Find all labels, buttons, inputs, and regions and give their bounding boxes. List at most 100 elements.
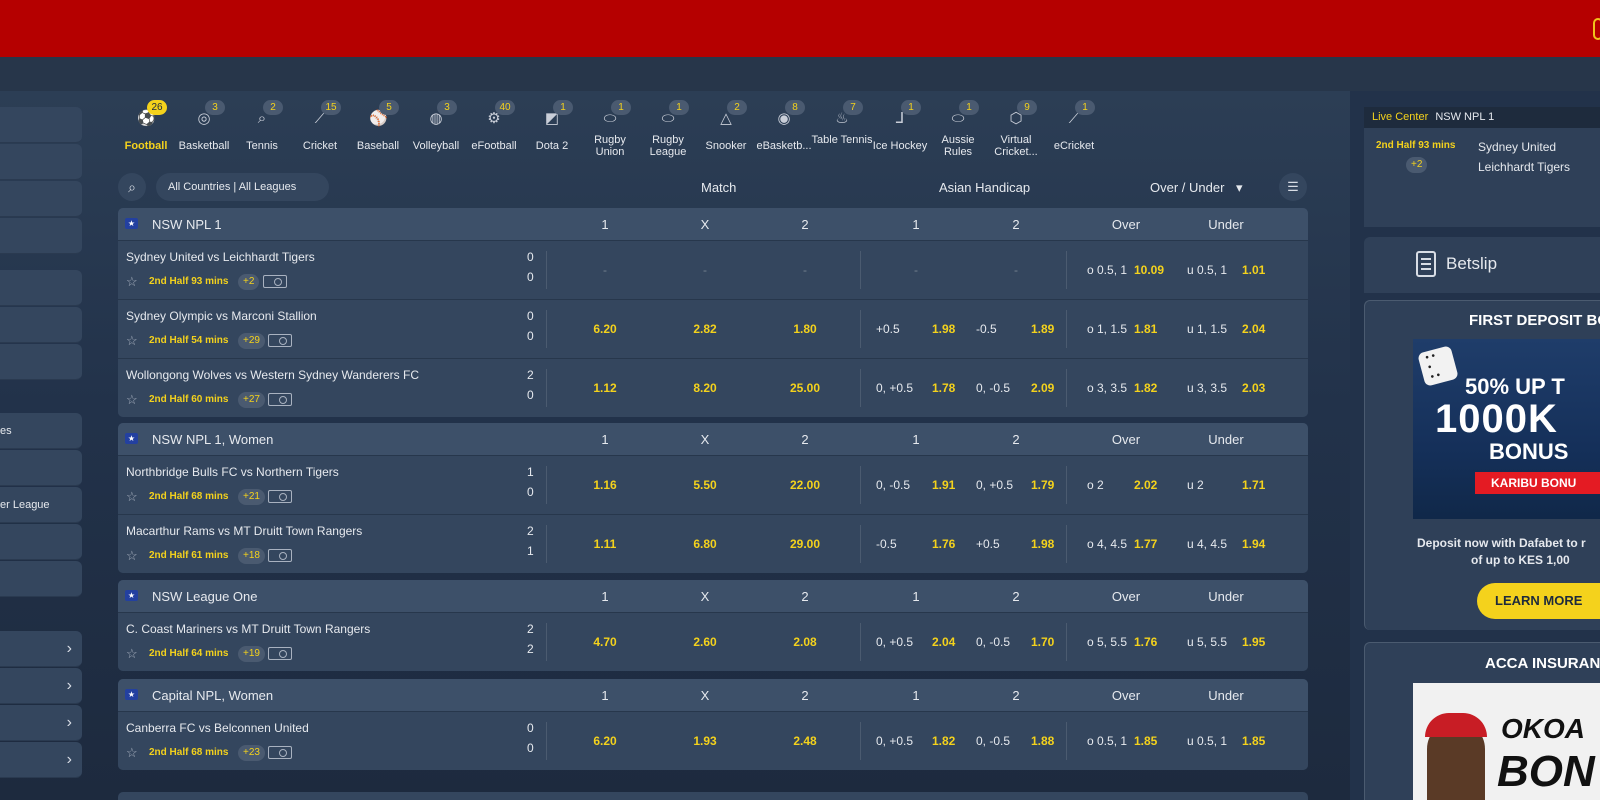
handicap-away-odds[interactable]: 2.09 (1031, 381, 1054, 395)
pitch-icon[interactable] (263, 275, 287, 288)
account-badge-icon[interactable] (1593, 18, 1600, 40)
pitch-icon[interactable] (268, 393, 292, 406)
handicap-home-odds[interactable]: 1.98 (932, 322, 955, 336)
pitch-icon[interactable] (268, 746, 292, 759)
handicap-away-odds[interactable]: 1.88 (1031, 734, 1054, 748)
handicap-home-odds[interactable]: 1.82 (932, 734, 955, 748)
odds-draw[interactable]: 2.60 (693, 635, 716, 649)
match-teams[interactable]: Macarthur Rams vs MT Druitt Town Rangers (126, 524, 362, 538)
odds-away[interactable]: 25.00 (790, 381, 820, 395)
league-header[interactable]: ★ NSW NPL 1 1 X 2 1 2 Over Under (118, 208, 1308, 240)
sidebar-item[interactable] (0, 307, 82, 343)
under-odds[interactable]: 2.03 (1242, 381, 1265, 395)
country-league-filter[interactable]: All Countries | All Leagues (156, 173, 329, 201)
promo-banner-image[interactable]: OKOA BON (1413, 683, 1600, 800)
odds-away[interactable]: 29.00 (790, 537, 820, 551)
handicap-home-line[interactable]: 0, +0.5 (876, 381, 913, 395)
favorite-star-icon[interactable]: ☆ (126, 646, 138, 662)
more-markets-badge[interactable]: +19 (238, 646, 265, 662)
sport-tab-table-tennis[interactable]: ♨ 7 Table Tennis (812, 100, 872, 160)
favorite-star-icon[interactable]: ☆ (126, 333, 138, 349)
under-line[interactable]: u 3, 3.5 (1187, 381, 1227, 395)
handicap-away-line[interactable]: 0, -0.5 (976, 635, 1010, 649)
odds-home[interactable]: 1.11 (594, 537, 617, 551)
odds-home[interactable]: 1.12 (593, 381, 616, 395)
handicap-away-line[interactable]: 0, +0.5 (976, 478, 1013, 492)
odds-away[interactable]: 22.00 (790, 478, 820, 492)
over-odds[interactable]: 2.02 (1134, 478, 1157, 492)
more-markets-badge[interactable]: +21 (238, 489, 265, 505)
under-line[interactable]: u 4, 4.5 (1187, 537, 1227, 551)
match-teams[interactable]: Sydney United vs Leichhardt Tigers (126, 250, 315, 264)
handicap-away[interactable]: - (1014, 263, 1018, 277)
odds-draw[interactable]: 8.20 (693, 381, 716, 395)
under-odds[interactable]: 1.95 (1242, 635, 1265, 649)
sport-tab-basketball[interactable]: ◎ 3 Basketball (175, 100, 233, 160)
sport-tab-snooker[interactable]: △ 2 Snooker (697, 100, 755, 160)
over-line[interactable]: o 5, 5.5 (1087, 635, 1127, 649)
favorite-star-icon[interactable]: ☆ (126, 489, 138, 505)
handicap-home-line[interactable]: 0, +0.5 (876, 734, 913, 748)
under-odds[interactable]: 1.01 (1242, 263, 1265, 277)
betslip-tab[interactable]: Betslip (1364, 237, 1600, 293)
over-line[interactable]: o 3, 3.5 (1087, 381, 1127, 395)
more-markets-badge[interactable]: +2 (238, 274, 260, 290)
odds-home[interactable]: 6.20 (593, 322, 616, 336)
sport-tab-cricket[interactable]: ⟋ 15 Cricket (291, 100, 349, 160)
under-odds[interactable]: 2.04 (1242, 322, 1265, 336)
odds-draw[interactable]: 1.93 (693, 734, 716, 748)
over-line[interactable]: o 2 (1087, 478, 1104, 492)
sport-tab-volleyball[interactable]: ◍ 3 Volleyball (407, 100, 465, 160)
over-odds[interactable]: 1.77 (1134, 537, 1157, 551)
handicap-away-line[interactable]: 0, -0.5 (976, 734, 1010, 748)
sport-tab-tennis[interactable]: ⌕ 2 Tennis (233, 100, 291, 160)
sport-tab-aussie-rules[interactable]: ⬭ 1 Aussie Rules (929, 100, 987, 160)
league-header[interactable]: ★ NSW League One 1 X 2 1 2 Over Under (118, 580, 1308, 612)
over-odds[interactable]: 10.09 (1134, 263, 1164, 277)
handicap-home-odds[interactable]: 1.76 (932, 537, 955, 551)
match-row[interactable]: Wollongong Wolves vs Western Sydney Wand… (118, 358, 1308, 417)
favorite-star-icon[interactable]: ☆ (126, 392, 138, 408)
handicap-home-line[interactable]: 0, +0.5 (876, 635, 913, 649)
sport-tab-ebasketb[interactable]: ◉ 8 eBasketb... (755, 100, 813, 160)
favorite-star-icon[interactable]: ☆ (126, 274, 138, 290)
match-teams[interactable]: Sydney Olympic vs Marconi Stallion (126, 309, 317, 323)
sidebar-item[interactable] (0, 107, 82, 143)
under-odds[interactable]: 1.85 (1242, 734, 1265, 748)
match-teams[interactable]: Canberra FC vs Belconnen United (126, 721, 309, 735)
handicap-away-line[interactable]: -0.5 (976, 322, 997, 336)
handicap-away-line[interactable]: +0.5 (976, 537, 1000, 551)
over-line[interactable]: o 0.5, 1 (1087, 263, 1127, 277)
odds-away[interactable]: - (803, 263, 807, 277)
over-under-dropdown[interactable]: Over / Under ▾ (1150, 180, 1243, 196)
over-odds[interactable]: 1.85 (1134, 734, 1157, 748)
sport-tab-football[interactable]: ⚽ 26 Football (117, 100, 175, 160)
sidebar-item[interactable] (0, 524, 82, 560)
odds-home[interactable]: 1.16 (593, 478, 616, 492)
odds-draw[interactable]: 2.82 (693, 322, 716, 336)
market-settings-button[interactable]: ☰ (1279, 173, 1307, 201)
promo-banner-image[interactable]: 50% UP T 1000K BONUS KARIBU BONU (1413, 339, 1600, 519)
live-more-markets-badge[interactable]: +2 (1406, 157, 1428, 173)
under-odds[interactable]: 1.94 (1242, 537, 1265, 551)
handicap-home-line[interactable]: -0.5 (876, 537, 897, 551)
odds-draw[interactable]: - (703, 263, 707, 277)
sidebar-item[interactable] (0, 144, 82, 180)
under-line[interactable]: u 0.5, 1 (1187, 263, 1227, 277)
sidebar-item[interactable] (0, 561, 82, 597)
odds-home[interactable]: 6.20 (593, 734, 616, 748)
pitch-icon[interactable] (268, 549, 292, 562)
sidebar-item[interactable]: er League (0, 487, 82, 523)
handicap-away-odds[interactable]: 1.70 (1031, 635, 1054, 649)
odds-away[interactable]: 2.48 (793, 734, 816, 748)
handicap-away-line[interactable]: 0, -0.5 (976, 381, 1010, 395)
over-line[interactable]: o 1, 1.5 (1087, 322, 1127, 336)
odds-draw[interactable]: 6.80 (693, 537, 716, 551)
sport-tab-ice-hockey[interactable]: ⅃ 1 Ice Hockey (871, 100, 929, 160)
search-button[interactable]: ⌕ (118, 173, 146, 201)
odds-draw[interactable]: 5.50 (693, 478, 716, 492)
sport-tab-efootball[interactable]: ⚙ 40 eFootball (465, 100, 523, 160)
odds-away[interactable]: 2.08 (793, 635, 816, 649)
more-markets-badge[interactable]: +27 (238, 392, 265, 408)
handicap-home-line[interactable]: +0.5 (876, 322, 900, 336)
